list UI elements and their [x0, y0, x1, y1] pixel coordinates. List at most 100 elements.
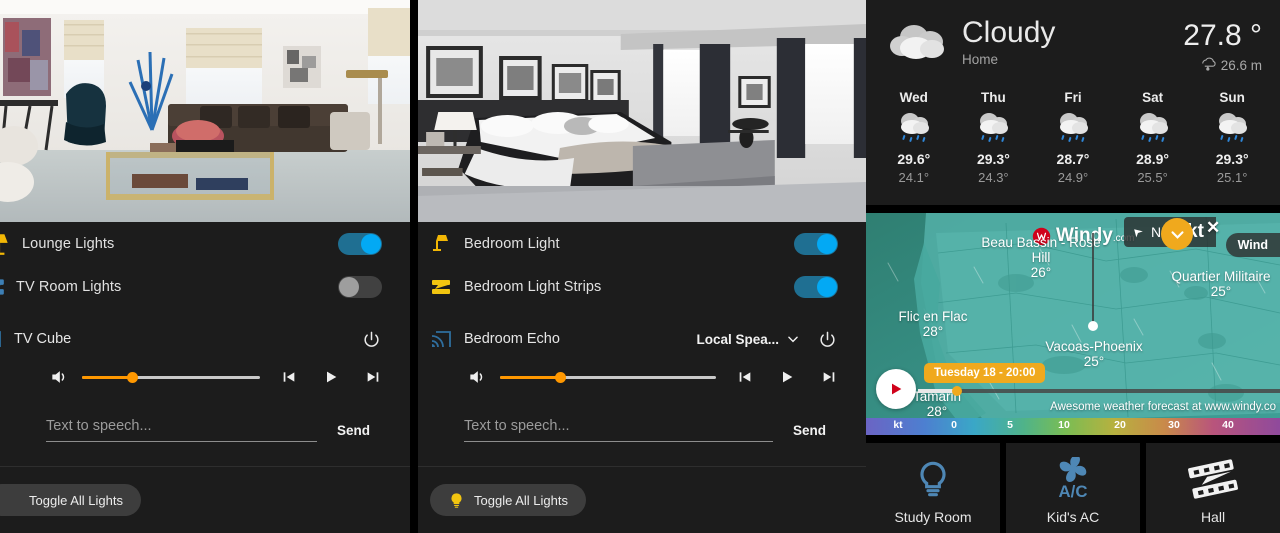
place-temp: 26° — [1030, 265, 1052, 280]
forecast-row: Wed 29.6° 24.1° Thu 29.3° 24.3° Fri 28.7… — [866, 90, 1280, 185]
cast-icon[interactable] — [418, 327, 464, 351]
play-button[interactable] — [778, 368, 796, 386]
forecast-day-name: Sun — [1219, 90, 1245, 105]
forecast-day-name: Thu — [981, 90, 1006, 105]
media-player-bedroom-echo: Bedroom Echo Local Spea... Text to speec… — [418, 308, 866, 442]
windy-timeline[interactable] — [918, 386, 1280, 396]
cast-icon[interactable] — [0, 327, 14, 351]
light-row-bedroom-light-strips[interactable]: Bedroom Light Strips — [418, 265, 866, 308]
smart-home-dashboard: Lounge Lights TV Room Lights TV Cube Tex… — [0, 0, 1280, 533]
scale-tick: 10 — [1058, 419, 1070, 431]
chevron-down-icon — [1170, 230, 1184, 239]
toggle-all-lights-button[interactable]: Toggle All Lights — [0, 484, 141, 516]
room-tile-hall[interactable]: Hall — [1146, 443, 1280, 533]
light-strip-icon — [418, 275, 464, 299]
rain-drop-icon — [1199, 56, 1216, 74]
room-name: Kid's AC — [1046, 509, 1100, 525]
volume-slider[interactable] — [82, 368, 260, 386]
bedroom-panel: Bedroom Light Bedroom Light Strips Bedro… — [418, 0, 866, 533]
volume-slider[interactable] — [500, 368, 716, 386]
rainy-icon — [954, 107, 1034, 149]
forecast-day: Sun 29.3° 25.1° — [1192, 90, 1272, 185]
light-row-lounge-lights[interactable]: Lounge Lights — [0, 222, 410, 265]
rainy-icon — [1033, 107, 1113, 149]
place-name: Quartier Militaire — [1171, 269, 1271, 284]
light-row-bedroom-light[interactable]: Bedroom Light — [418, 222, 866, 265]
room-tiles: Study Room A/C Kid's AC Hall — [866, 443, 1280, 533]
toggle-all-lights-button[interactable]: Toggle All Lights — [430, 484, 586, 516]
place-name: Flic en Flac — [898, 309, 968, 324]
light-name: TV Room Lights — [16, 278, 122, 295]
place-name: Beau Bassin - Rose — [981, 235, 1101, 250]
room-tile-study-room[interactable]: Study Room — [866, 443, 1000, 533]
forecast-high: 28.7° — [1056, 151, 1090, 167]
forecast-high: 29.6° — [897, 151, 931, 167]
map-place-label: Flic en Flac 28° — [878, 309, 988, 339]
play-button[interactable] — [322, 368, 340, 386]
rainy-icon — [1192, 107, 1272, 149]
precipitation-value: 26.6 m — [1220, 57, 1262, 73]
room-name: Hall — [1200, 509, 1226, 525]
forecast-day-name: Sat — [1142, 90, 1164, 105]
forecast-low: 24.1° — [898, 170, 930, 185]
scale-unit: kt — [893, 419, 903, 431]
light-toggle[interactable] — [794, 275, 838, 298]
light-name: Bedroom Light Strips — [464, 278, 602, 295]
send-button[interactable]: Send — [337, 423, 370, 442]
scale-tick: 20 — [1114, 419, 1126, 431]
media-title: TV Cube — [14, 331, 72, 347]
close-icon[interactable]: ✕ — [1206, 218, 1220, 238]
wind-arrow-icon — [1134, 228, 1143, 237]
tts-input[interactable]: Text to speech... — [464, 417, 773, 442]
windy-play-button[interactable] — [876, 369, 916, 409]
bedroom-photo — [418, 0, 866, 222]
place-name: Vacoas-Phoenix — [1045, 339, 1143, 354]
room-tile-kids-ac[interactable]: A/C Kid's AC — [1006, 443, 1140, 533]
volume-icon[interactable] — [46, 367, 72, 387]
light-row-tv-room-lights[interactable]: TV Room Lights — [0, 265, 410, 308]
lounge-controls: Lounge Lights TV Room Lights TV Cube Tex… — [0, 222, 410, 533]
map-place-label: Vacoas-Phoenix 25° — [1024, 339, 1164, 369]
map-place-label: Beau Bassin - Rose Hill 26° — [976, 235, 1106, 280]
rainy-icon — [1113, 107, 1193, 149]
forecast-low: 25.5° — [1137, 170, 1168, 185]
room-name: Study Room — [894, 509, 972, 525]
place-name-2: Hill — [1031, 250, 1051, 265]
place-temp: 25° — [1083, 354, 1105, 369]
weather-condition: Cloudy — [962, 16, 1056, 49]
forecast-low: 25.1° — [1216, 170, 1248, 185]
next-track-button[interactable] — [364, 368, 382, 386]
power-icon[interactable] — [816, 328, 838, 350]
windy-credit[interactable]: Awesome weather forecast at www.windy.co — [1050, 401, 1276, 413]
forecast-low: 24.9° — [1057, 170, 1089, 185]
forecast-high: 29.3° — [976, 151, 1010, 167]
power-icon[interactable] — [360, 328, 382, 350]
next-track-button[interactable] — [820, 368, 838, 386]
source-select[interactable]: Local Spea... — [696, 332, 800, 347]
scale-tick: 30 — [1168, 419, 1180, 431]
wall-lamp-icon — [418, 232, 464, 256]
light-toggle[interactable] — [338, 232, 382, 255]
send-button[interactable]: Send — [793, 423, 826, 442]
light-toggle[interactable] — [794, 232, 838, 255]
chevron-down-icon — [788, 336, 798, 343]
forecast-day: Thu 29.3° 24.3° — [954, 90, 1034, 185]
lightbulb-icon — [913, 457, 953, 501]
cloud-icon — [888, 16, 958, 69]
forecast-high: 28.9° — [1136, 151, 1169, 167]
tts-input[interactable]: Text to speech... — [46, 417, 317, 442]
lounge-panel: Lounge Lights TV Room Lights TV Cube Tex… — [0, 0, 410, 533]
windy-expand-button[interactable] — [1161, 218, 1193, 250]
toggle-all-lights-label: Toggle All Lights — [474, 492, 568, 508]
forecast-low: 24.3° — [978, 170, 1009, 185]
windy-timestamp: Tuesday 18 - 20:00 — [924, 363, 1046, 383]
previous-track-button[interactable] — [280, 368, 298, 386]
previous-track-button[interactable] — [736, 368, 754, 386]
volume-icon[interactable] — [464, 367, 490, 387]
toggle-all-lights-label: Toggle All Lights — [29, 492, 123, 508]
right-column: Cloudy Home 27.8 ° 26.6 m Wed 29.6° 24.1… — [866, 0, 1280, 533]
windy-layer-pill[interactable]: Wind — [1225, 233, 1280, 257]
windy-map-card[interactable]: Windy.com NE 8kt ✕ Wind Beau Bassin - Ro… — [866, 213, 1280, 435]
light-strip-icon — [1187, 457, 1239, 501]
light-toggle[interactable] — [338, 275, 382, 298]
